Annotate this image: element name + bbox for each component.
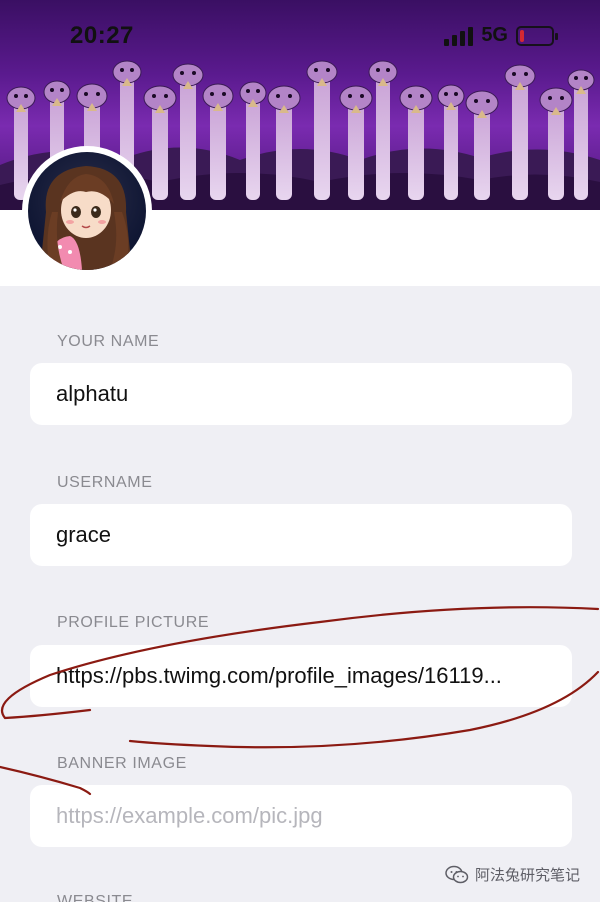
status-indicators: 5G [444, 24, 558, 47]
avatar-image [28, 152, 146, 270]
signal-icon [444, 26, 474, 46]
your-name-value: alphatu [56, 381, 129, 406]
avatar[interactable] [22, 146, 152, 276]
wechat-icon [445, 865, 469, 883]
your-name-input[interactable]: alphatu [30, 363, 572, 425]
banner-image-label: BANNER IMAGE [57, 755, 187, 772]
username-input[interactable]: grace [30, 504, 572, 566]
watermark-text: 阿法兔研究笔记 [474, 867, 580, 884]
network-type: 5G [481, 24, 508, 46]
profile-picture-value: https://pbs.twimg.com/profile_images/161… [56, 663, 502, 688]
status-time: 20:27 [70, 22, 134, 49]
website-label: WEBSITE [57, 893, 134, 902]
watermark: 阿法兔研究笔记 [445, 864, 580, 885]
your-name-label: YOUR NAME [57, 333, 160, 350]
username-value: grace [56, 522, 112, 547]
banner-image-input[interactable]: https://example.com/pic.jpg [30, 785, 572, 847]
battery-level [520, 29, 524, 42]
username-label: USERNAME [57, 474, 153, 491]
banner-image-placeholder: https://example.com/pic.jpg [56, 803, 323, 828]
profile-picture-input[interactable]: https://pbs.twimg.com/profile_images/161… [30, 645, 572, 707]
battery-icon [516, 25, 558, 46]
profile-picture-label: PROFILE PICTURE [57, 614, 210, 631]
